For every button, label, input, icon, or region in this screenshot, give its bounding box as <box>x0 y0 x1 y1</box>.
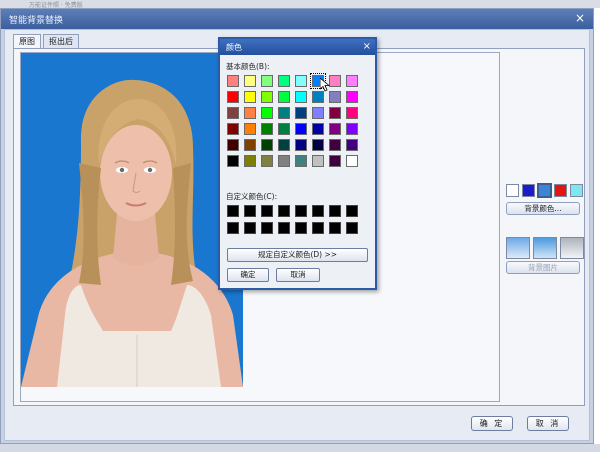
swatch-red[interactable] <box>554 184 567 197</box>
basic-color-cell[interactable] <box>244 91 256 103</box>
gradient-light-blue-thumbnail[interactable] <box>506 237 530 259</box>
tab-cutout[interactable]: 抠出后 <box>43 34 79 48</box>
tab-original[interactable]: 原图 <box>13 34 41 48</box>
basic-color-cell[interactable] <box>295 139 307 151</box>
basic-color-cell[interactable] <box>278 123 290 135</box>
background-app-titlebar: _万能证件照 · 免费版 <box>0 0 600 9</box>
gradient-gray-thumbnail[interactable] <box>560 237 584 259</box>
color-dialog-cancel-button[interactable]: 取消 <box>276 268 320 282</box>
define-custom-colors-button[interactable]: 规定自定义颜色(D) >> <box>227 248 368 262</box>
custom-color-cell[interactable] <box>312 222 324 234</box>
color-dialog-ok-button[interactable]: 确定 <box>227 268 269 282</box>
basic-color-cell[interactable] <box>346 75 358 87</box>
basic-color-cell[interactable] <box>227 107 239 119</box>
basic-color-cell[interactable] <box>312 139 324 151</box>
basic-color-cell[interactable] <box>244 107 256 119</box>
view-tabs: 原图 抠出后 <box>13 34 79 48</box>
custom-colors-grid <box>227 205 358 234</box>
custom-color-cell[interactable] <box>312 205 324 217</box>
basic-color-cell[interactable] <box>244 75 256 87</box>
basic-color-cell[interactable] <box>227 139 239 151</box>
basic-color-cell[interactable] <box>227 75 239 87</box>
color-dialog-close-button[interactable]: × <box>363 40 371 53</box>
basic-color-cell[interactable] <box>295 155 307 167</box>
swatch-blue[interactable] <box>522 184 535 197</box>
basic-color-cell[interactable] <box>227 123 239 135</box>
custom-color-cell[interactable] <box>295 222 307 234</box>
basic-color-cell[interactable] <box>261 123 273 135</box>
color-dialog-titlebar[interactable]: 颜色 × <box>220 39 375 55</box>
swatch-cyan[interactable] <box>570 184 583 197</box>
background-color-button[interactable]: 背景颜色... <box>506 202 580 215</box>
custom-color-cell[interactable] <box>278 205 290 217</box>
basic-color-cell[interactable] <box>329 91 341 103</box>
custom-color-cell[interactable] <box>227 222 239 234</box>
basic-colors-label: 基本颜色(B): <box>226 62 270 71</box>
basic-color-cell[interactable] <box>261 91 273 103</box>
color-dialog: 颜色 × 基本颜色(B): 自定义颜色(C): 规定自定义颜色(D) >> 确定… <box>218 37 377 290</box>
basic-color-cell[interactable] <box>329 139 341 151</box>
custom-color-cell[interactable] <box>227 205 239 217</box>
basic-color-cell[interactable] <box>278 75 290 87</box>
basic-color-cell[interactable] <box>312 107 324 119</box>
background-image-options <box>506 237 584 259</box>
basic-color-cell[interactable] <box>244 139 256 151</box>
window-titlebar[interactable]: 智能背景替换 × <box>1 9 593 29</box>
basic-color-cell[interactable] <box>312 155 324 167</box>
custom-color-cell[interactable] <box>346 222 358 234</box>
background-color-swatches <box>506 183 583 198</box>
mouse-pointer-icon <box>320 78 330 92</box>
custom-color-cell[interactable] <box>244 205 256 217</box>
ok-button[interactable]: 确 定 <box>471 416 513 431</box>
custom-color-cell[interactable] <box>244 222 256 234</box>
basic-color-cell[interactable] <box>244 123 256 135</box>
basic-color-cell[interactable] <box>329 75 341 87</box>
basic-color-cell[interactable] <box>278 155 290 167</box>
gradient-blue-thumbnail[interactable] <box>533 237 557 259</box>
basic-color-cell[interactable] <box>346 107 358 119</box>
portrait-photo <box>21 53 243 387</box>
basic-color-cell[interactable] <box>295 123 307 135</box>
custom-color-cell[interactable] <box>346 205 358 217</box>
basic-color-cell[interactable] <box>227 155 239 167</box>
basic-color-cell[interactable] <box>278 139 290 151</box>
basic-color-cell[interactable] <box>261 139 273 151</box>
custom-color-cell[interactable] <box>329 222 341 234</box>
basic-color-cell[interactable] <box>261 107 273 119</box>
basic-color-cell[interactable] <box>312 123 324 135</box>
window-close-button[interactable]: × <box>573 11 587 25</box>
basic-color-cell[interactable] <box>329 123 341 135</box>
custom-color-cell[interactable] <box>295 205 307 217</box>
basic-color-cell[interactable] <box>261 75 273 87</box>
basic-color-cell[interactable] <box>346 139 358 151</box>
basic-color-cell[interactable] <box>346 91 358 103</box>
custom-color-cell[interactable] <box>278 222 290 234</box>
basic-color-cell[interactable] <box>312 91 324 103</box>
swatch-light-blue[interactable] <box>537 183 552 198</box>
basic-color-cell[interactable] <box>278 91 290 103</box>
custom-color-cell[interactable] <box>261 205 273 217</box>
basic-color-cell[interactable] <box>329 107 341 119</box>
basic-color-cell[interactable] <box>227 91 239 103</box>
custom-colors-label: 自定义颜色(C): <box>226 192 278 201</box>
swatch-white[interactable] <box>506 184 519 197</box>
basic-color-cell[interactable] <box>295 107 307 119</box>
portrait-illustration <box>21 53 243 387</box>
basic-color-cell[interactable] <box>346 155 358 167</box>
basic-color-cell[interactable] <box>295 75 307 87</box>
basic-color-cell[interactable] <box>295 91 307 103</box>
custom-color-cell[interactable] <box>261 222 273 234</box>
basic-color-cell[interactable] <box>278 107 290 119</box>
cancel-button[interactable]: 取 消 <box>527 416 569 431</box>
window-title: 智能背景替换 <box>9 16 64 26</box>
basic-color-cell[interactable] <box>244 155 256 167</box>
color-dialog-title: 颜色 <box>226 43 242 52</box>
basic-color-cell[interactable] <box>346 123 358 135</box>
background-image-button[interactable]: 背景图片 <box>506 261 580 274</box>
custom-color-cell[interactable] <box>329 205 341 217</box>
basic-color-cell[interactable] <box>261 155 273 167</box>
status-bar <box>0 444 600 452</box>
basic-color-cell[interactable] <box>329 155 341 167</box>
basic-colors-grid <box>227 73 358 167</box>
